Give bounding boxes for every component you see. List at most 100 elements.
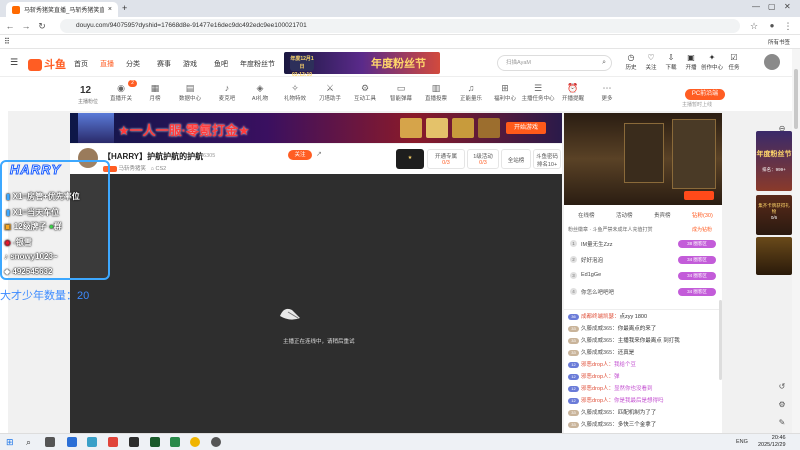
tool-ai-gift[interactable]: ◈ AI礼物 (245, 82, 275, 102)
rank-row[interactable]: 3 Ed1gGe 34 圈客区 (564, 269, 722, 283)
douyu-rank-box[interactable]: 斗鱼密码 排名10+ (533, 149, 561, 169)
room-category[interactable]: CS2 (156, 166, 167, 172)
tool-vote[interactable]: ▥ 直播投票 (421, 82, 451, 102)
video-player[interactable] (70, 174, 562, 433)
privilege-box[interactable]: 开通专属 0/3 (427, 149, 465, 169)
fanfest-banner[interactable]: 年度12月1日 03:13:10 年度粉丝节 (284, 52, 440, 78)
go-live-button[interactable]: ▣ 开播 (682, 53, 700, 71)
tool-smart-danmaku[interactable]: ▭ 智能弹幕 (386, 82, 416, 102)
app-icon-7[interactable] (211, 437, 221, 447)
nav-live[interactable]: 直播 (100, 59, 114, 69)
creator-center-button[interactable]: ✦ 创作中心 (700, 53, 724, 71)
sword-icon: ⚔ (325, 83, 335, 93)
new-tab-button[interactable]: + (122, 3, 127, 13)
history-side-icon[interactable]: ↺ (775, 382, 789, 394)
start-game-button[interactable]: 开始游戏 (506, 122, 546, 134)
interaction-icon: ⚙ (360, 83, 370, 93)
become-diamond-link[interactable]: 成为钻粉 (692, 226, 712, 233)
language-indicator[interactable]: ENG (736, 439, 748, 445)
site-header: ☰ 斗鱼 首页 直播 分类 赛事 游戏 鱼吧 年度粉丝节 年度12月1日 03:… (0, 49, 792, 78)
tool-welfare[interactable]: ⊞ 福利中心 (490, 82, 520, 102)
tool-live-toggle[interactable]: ◉ 直播开关 (106, 82, 136, 102)
douyu-logo[interactable]: 斗鱼 (28, 56, 66, 72)
room-owner[interactable]: 马斩秀猪笑 (119, 166, 147, 172)
tool-data-center[interactable]: ▤ 数据中心 (175, 82, 205, 102)
follow-button[interactable]: 关注 (288, 150, 312, 160)
activity-box[interactable]: 1级活动 0/3 (467, 149, 499, 169)
collapse-icon[interactable]: ⊖ (775, 124, 789, 136)
windows-start-icon[interactable]: ⊞ (6, 437, 14, 448)
app-icon-5[interactable] (150, 437, 160, 447)
search-icon[interactable]: ⌕ (602, 56, 606, 70)
tool-interaction[interactable]: ⚙ 互动工具 (350, 82, 380, 102)
forward-icon[interactable]: → (20, 20, 32, 32)
chat-scrollbar[interactable] (719, 300, 722, 380)
tool-more[interactable]: ⋯ 更多 (592, 82, 622, 102)
download-button[interactable]: ⇩ 下载 (662, 53, 680, 71)
nav-fanfest[interactable]: 年度粉丝节 (240, 59, 275, 69)
game-ad-banner[interactable]: ★一人一服·零氪打金★ 开始游戏 (70, 113, 562, 143)
all-bookmarks-link[interactable]: 所有书签 (768, 38, 790, 46)
close-window-icon[interactable]: ✕ (784, 2, 791, 11)
tab-vip-rank[interactable]: 贵宾榜 (654, 211, 671, 219)
taskview-icon[interactable] (45, 437, 55, 447)
browser-tab[interactable]: 马斩秀猪笑直播_马斩秀猪笑直 × (6, 2, 118, 17)
follow-button[interactable]: ♡ 关注 (642, 53, 660, 71)
nav-category[interactable]: 分类 (126, 59, 140, 69)
game-promo-image[interactable] (564, 113, 722, 205)
tasks-button[interactable]: ☑ 任务 (725, 53, 743, 71)
app-icon-6[interactable] (170, 437, 180, 447)
tool-task-center[interactable]: ☰ 主播任务中心 (520, 82, 556, 102)
url-field[interactable]: douyu.com/9407595?dyshid=17668d8e-91477e… (60, 19, 740, 33)
game-ad-small[interactable] (756, 237, 792, 275)
tab-activity-rank[interactable]: 活动榜 (616, 211, 633, 219)
reload-icon[interactable]: ↻ (36, 20, 48, 32)
profile-icon[interactable]: ● (766, 20, 778, 32)
tab-online-rank[interactable]: 在线榜 (578, 211, 595, 219)
tool-gift-effects[interactable]: ✧ 礼物特效 (280, 82, 310, 102)
minimize-icon[interactable]: — (752, 2, 760, 11)
page-scrollbar[interactable] (792, 49, 800, 433)
settings-side-icon[interactable]: ⚙ (775, 400, 789, 412)
nav-events[interactable]: 赛事 (157, 59, 171, 69)
search-taskbar-icon[interactable]: ⌕ (26, 437, 31, 448)
menu-icon[interactable]: ⋮ (782, 20, 794, 32)
nav-home[interactable]: 首页 (74, 59, 88, 69)
rank-row[interactable]: 4 你怎么吧吧吧 34 圈客区 (564, 285, 722, 299)
tool-live-reminder[interactable]: ⏰ 开播提醒 (558, 82, 588, 102)
card-collect-ad[interactable]: 集齐卡牌获得礼物 0/6 (756, 195, 792, 235)
tool-dota-helper[interactable]: ⚔ 刀塔助手 (315, 82, 345, 102)
rank-row[interactable]: 1 IM量无生Zzz 38 圈客区 (564, 237, 722, 251)
ai-icon: ◈ (256, 83, 264, 93)
bookmark-star-icon[interactable]: ☆ (748, 20, 760, 32)
app-icon-4[interactable] (129, 437, 139, 447)
rank-row[interactable]: 2 好好泡泡 34 圈客区 (564, 253, 722, 267)
taskbar-clock[interactable]: 20:46 2025/12/29 (758, 435, 786, 449)
hamburger-icon[interactable]: ☰ (10, 57, 18, 68)
maximize-icon[interactable]: ▢ (768, 2, 776, 11)
search-input[interactable]: 扫描AyaM ⌕ (497, 55, 612, 71)
apps-grid-icon[interactable]: ⠿ (4, 37, 10, 46)
fanfest-ad[interactable]: 年度粉丝节 排名：999+ (756, 131, 792, 191)
game-play-button[interactable] (684, 191, 714, 200)
user-avatar[interactable] (764, 54, 780, 70)
app-icon-1[interactable] (67, 437, 77, 447)
chrome-icon[interactable] (190, 437, 200, 447)
tool-music[interactable]: ♫ 正能量乐 (456, 82, 486, 102)
hero-badge[interactable]: ★ (396, 149, 424, 169)
nav-yuba[interactable]: 鱼吧 (214, 59, 228, 69)
tool-mic[interactable]: ♪ 麦克吧 (212, 82, 242, 102)
share-icon[interactable]: ↗ (316, 150, 322, 158)
pc-client-button[interactable]: PC前沿端 (685, 89, 725, 100)
history-button[interactable]: ◷ 历史 (622, 53, 640, 71)
site-rank-box[interactable]: 全站榜 (501, 149, 531, 169)
scroll-thumb[interactable] (794, 69, 798, 129)
app-icon-3[interactable] (108, 437, 118, 447)
nav-games[interactable]: 游戏 (183, 59, 197, 69)
tool-monthly[interactable]: ▦ 月榜 (140, 82, 170, 102)
tab-diamond-fans[interactable]: 钻粉(30) (692, 211, 713, 219)
back-icon[interactable]: ← (4, 20, 16, 32)
edit-side-icon[interactable]: ✎ (775, 418, 789, 430)
app-icon-2[interactable] (87, 437, 97, 447)
close-tab-icon[interactable]: × (108, 6, 112, 13)
